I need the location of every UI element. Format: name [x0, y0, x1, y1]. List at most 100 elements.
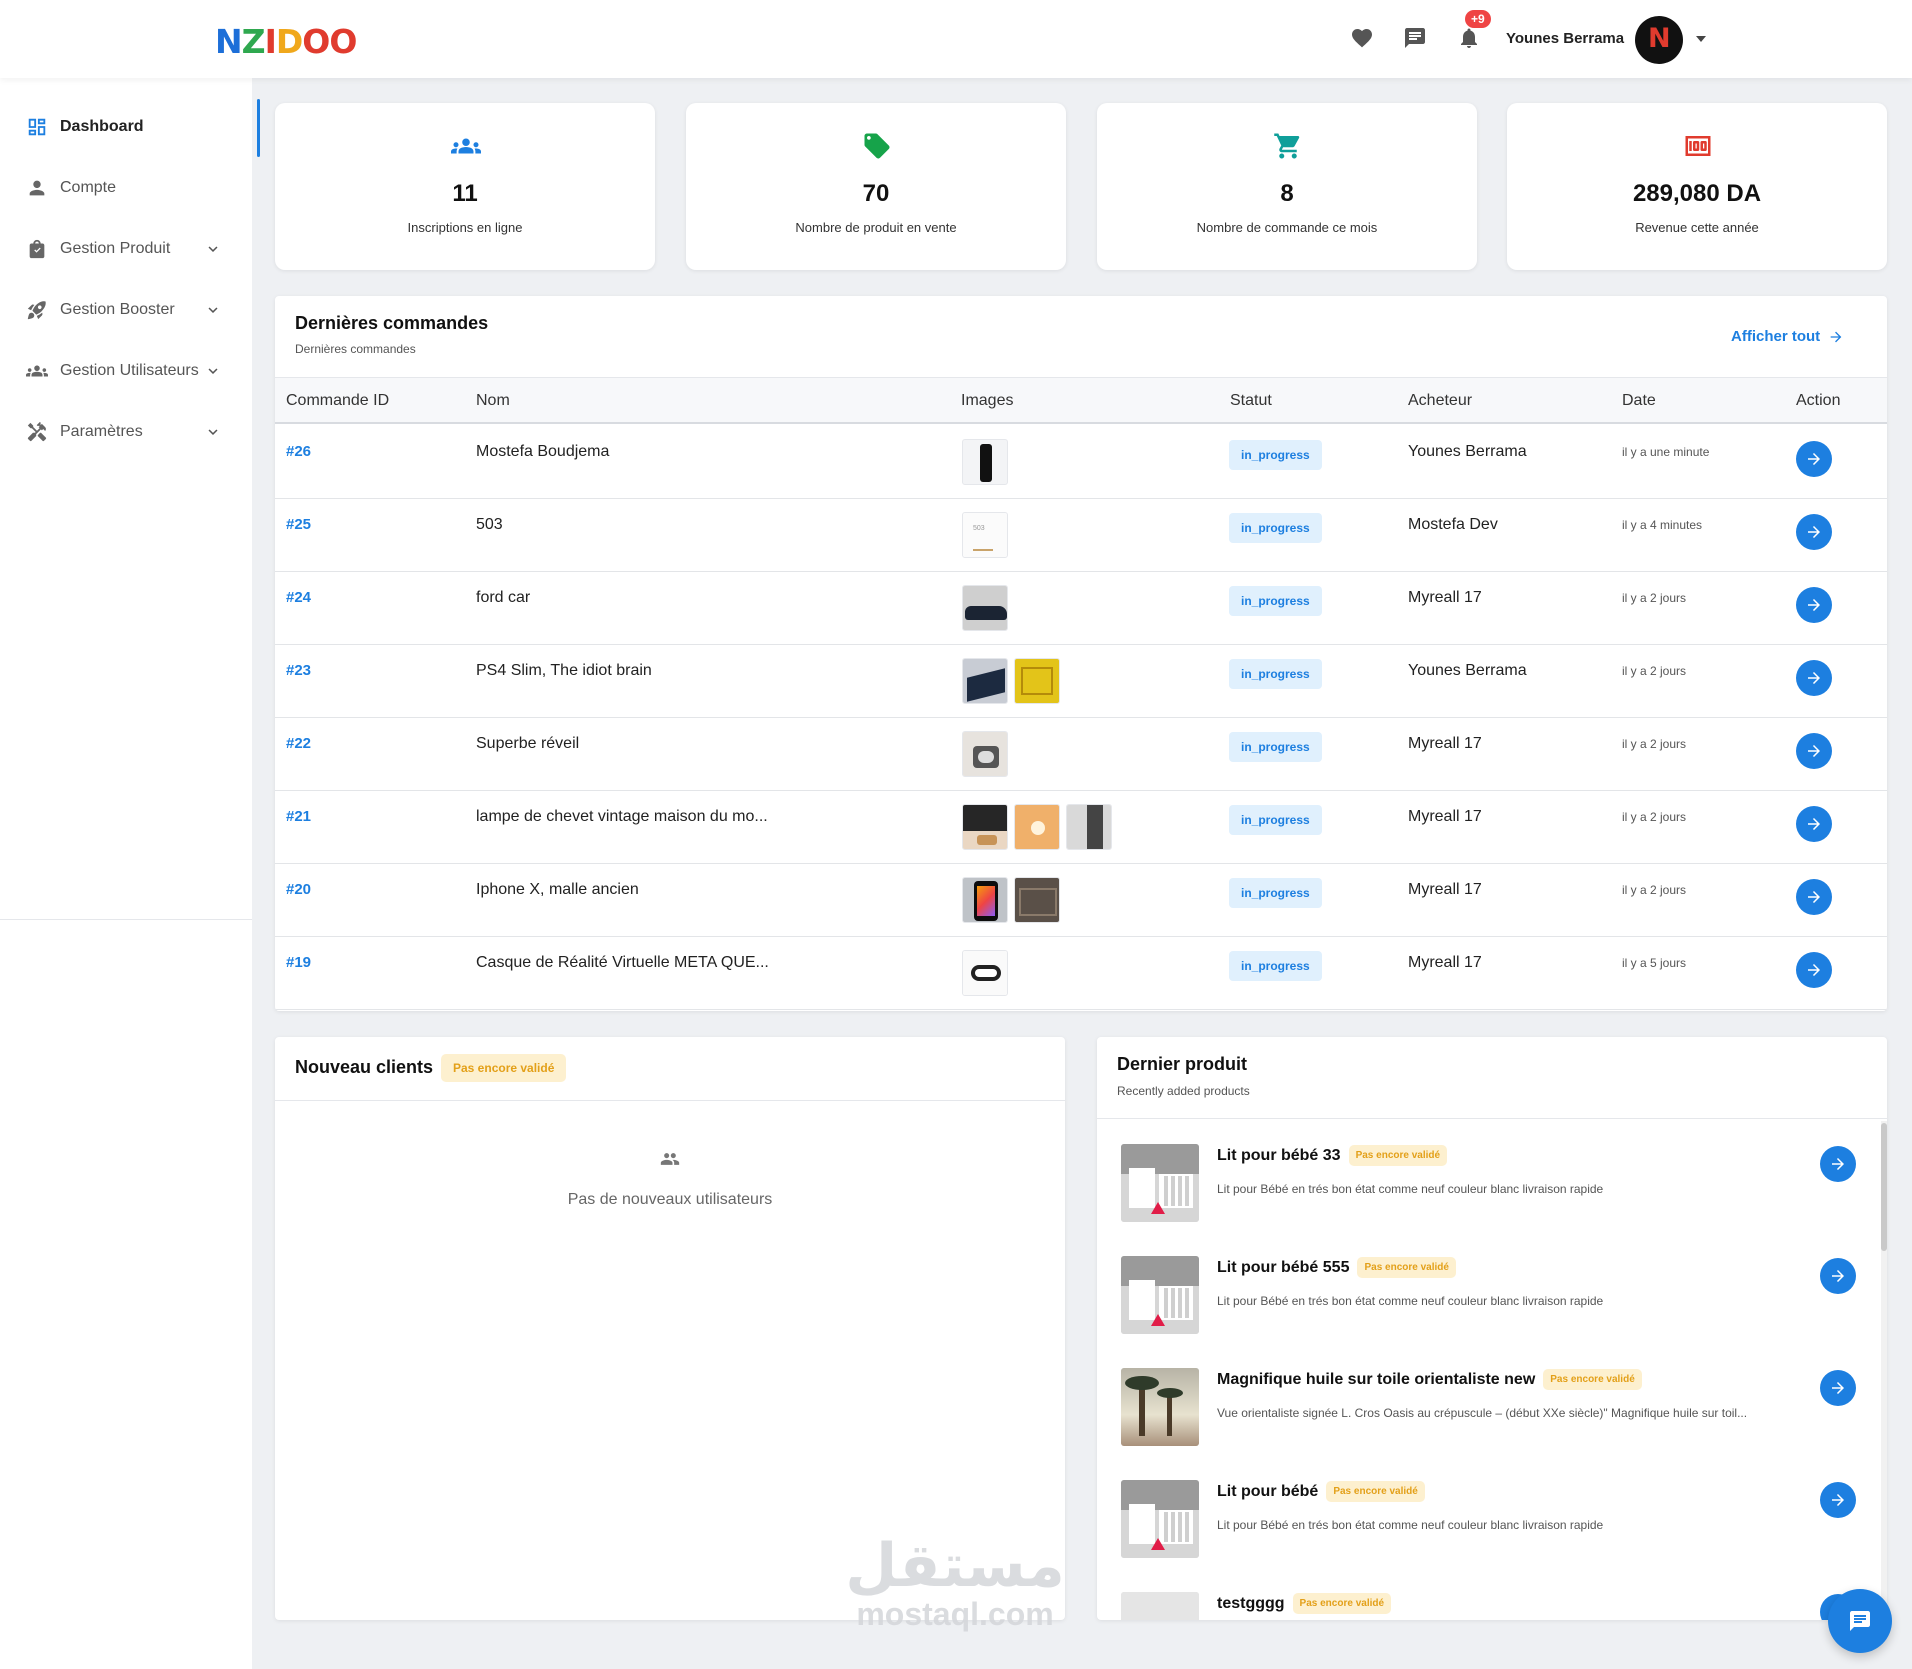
view-order-button[interactable] — [1796, 806, 1832, 842]
product-thumbnail[interactable] — [962, 658, 1008, 704]
product-description: Lit pour Bébé en trés bon état comme neu… — [1217, 1518, 1604, 1532]
sidebar-item-compte[interactable]: Compte — [0, 163, 252, 213]
view-product-button[interactable] — [1820, 1258, 1856, 1294]
view-all-link[interactable]: Afficher tout — [1731, 328, 1844, 345]
stat-value: 70 — [862, 180, 890, 207]
order-name: Mostefa Boudjema — [476, 443, 610, 460]
product-name[interactable]: Magnifique huile sur toile orientaliste … — [1217, 1371, 1535, 1388]
product-thumbnail[interactable] — [962, 950, 1008, 996]
sidebar-item-gestion-produit[interactable]: Gestion Produit — [0, 224, 252, 274]
status-badge: in_progress — [1229, 513, 1322, 543]
column-header: Date — [1622, 392, 1656, 409]
order-date: il y a 2 jours — [1622, 737, 1687, 751]
chat-button[interactable] — [1828, 1589, 1892, 1653]
product-thumbnail[interactable]: 503 — [962, 512, 1008, 558]
tag-icon — [862, 131, 892, 161]
view-order-button[interactable] — [1796, 952, 1832, 988]
order-buyer: Myreall 17 — [1408, 735, 1482, 752]
product-thumbnail[interactable] — [962, 731, 1008, 777]
product-name-line: Magnifique huile sur toile orientaliste … — [1217, 1369, 1642, 1390]
order-date: il y a 4 minutes — [1622, 518, 1703, 532]
view-product-button[interactable] — [1820, 1482, 1856, 1518]
product-name[interactable]: Lit pour bébé 33 — [1217, 1147, 1341, 1164]
view-order-button[interactable] — [1796, 587, 1832, 623]
chevron-down-icon[interactable] — [1696, 36, 1706, 42]
arrow-right-icon — [1808, 526, 1820, 538]
table-header: Commande ID Nom Images Statut Acheteur D… — [275, 377, 1887, 424]
product-name-line: Lit pour bébé 33 Pas encore validé — [1217, 1145, 1448, 1166]
order-id-link[interactable]: #26 — [286, 443, 311, 460]
sidebar-item-label: Gestion Produit — [60, 240, 171, 257]
sidebar-item-gestion-booster[interactable]: Gestion Booster — [0, 285, 252, 335]
order-id-link[interactable]: #23 — [286, 662, 311, 679]
product-thumbnail[interactable] — [962, 439, 1008, 485]
view-order-button[interactable] — [1796, 514, 1832, 550]
order-id-link[interactable]: #19 — [286, 954, 311, 971]
panel-subtitle: Recently added products — [1117, 1084, 1250, 1098]
view-all-label: Afficher tout — [1731, 328, 1821, 345]
view-order-button[interactable] — [1796, 733, 1832, 769]
order-id-link[interactable]: #25 — [286, 516, 311, 533]
order-id-link[interactable]: #21 — [286, 808, 311, 825]
order-id-link[interactable]: #24 — [286, 589, 311, 606]
view-order-button[interactable] — [1796, 879, 1832, 915]
product-name-line: testgggg Pas encore validé — [1217, 1593, 1392, 1614]
chevron-down-icon — [204, 423, 222, 441]
order-images — [962, 439, 1014, 485]
product-thumbnail[interactable] — [962, 877, 1008, 923]
order-date: il y a 2 jours — [1622, 664, 1687, 678]
divider — [275, 1100, 1065, 1101]
status-badge: Pas encore validé — [1357, 1257, 1456, 1278]
order-id-link[interactable]: #20 — [286, 881, 311, 898]
status-badge: in_progress — [1229, 586, 1322, 616]
product-name[interactable]: testgggg — [1217, 1595, 1285, 1612]
stat-label: Nombre de produit en vente — [795, 220, 957, 235]
view-product-button[interactable] — [1820, 1370, 1856, 1406]
order-name: Iphone X, malle ancien — [476, 881, 639, 898]
product-thumbnail[interactable] — [1066, 804, 1112, 850]
table-row: #20 Iphone X, malle ancien in_progress Myre… — [275, 864, 1887, 937]
product-image[interactable] — [1121, 1592, 1199, 1620]
product-thumbnail[interactable] — [1014, 877, 1060, 923]
sidebar-item-parametres[interactable]: Paramètres — [0, 407, 252, 457]
stat-card-inscriptions: 11 Inscriptions en ligne — [275, 103, 655, 270]
chat-bubble-icon[interactable] — [1403, 26, 1427, 50]
product-thumbnail[interactable] — [1014, 658, 1060, 704]
product-name[interactable]: Lit pour bébé 555 — [1217, 1259, 1349, 1276]
column-header: Statut — [1230, 392, 1272, 409]
scrollbar-thumb[interactable] — [1881, 1123, 1887, 1251]
sidebar-item-label: Compte — [60, 179, 117, 196]
product-name[interactable]: Lit pour bébé — [1217, 1483, 1318, 1500]
sidebar-item-label: Dashboard — [60, 118, 144, 135]
arrow-right-icon — [1808, 891, 1820, 903]
product-list-item: Lit pour bébé 33 Pas encore validé Lit pou… — [1097, 1144, 1857, 1256]
view-order-button[interactable] — [1796, 660, 1832, 696]
stat-value: 8 — [1280, 180, 1294, 207]
user-name[interactable]: Younes Berrama — [1506, 30, 1624, 47]
arrow-right-icon — [1808, 818, 1820, 830]
product-image[interactable] — [1121, 1144, 1199, 1222]
heart-icon[interactable] — [1350, 26, 1374, 50]
order-date: il y a 2 jours — [1622, 883, 1687, 897]
panel-title: Dernier produit — [1117, 1054, 1248, 1074]
sidebar-item-gestion-utilisateurs[interactable]: Gestion Utilisateurs — [0, 346, 252, 396]
table-row: #26 Mostefa Boudjema in_progress Younes Ber… — [275, 426, 1887, 499]
status-badge: Pas encore validé — [1292, 1593, 1392, 1614]
product-image[interactable] — [1121, 1480, 1199, 1558]
avatar[interactable]: N — [1635, 16, 1683, 64]
product-image[interactable] — [1121, 1256, 1199, 1334]
view-product-button[interactable] — [1820, 1146, 1856, 1182]
sidebar-item-dashboard[interactable]: Dashboard — [0, 102, 252, 152]
order-images: 503 — [962, 512, 1014, 558]
product-thumbnail[interactable] — [962, 585, 1008, 631]
stat-card-produits: 70 Nombre de produit en vente — [686, 103, 1066, 270]
view-order-button[interactable] — [1796, 441, 1832, 477]
order-id-link[interactable]: #22 — [286, 735, 311, 752]
bell-icon[interactable]: +9 — [1457, 10, 1491, 50]
status-badge: in_progress — [1229, 805, 1322, 835]
brand-logo[interactable]: NZIDOO — [215, 23, 357, 61]
product-thumbnail[interactable] — [962, 804, 1008, 850]
product-thumbnail[interactable] — [1014, 804, 1060, 850]
product-image[interactable] — [1121, 1368, 1199, 1446]
watermark: مستقل mostaql.com — [840, 1535, 1070, 1631]
